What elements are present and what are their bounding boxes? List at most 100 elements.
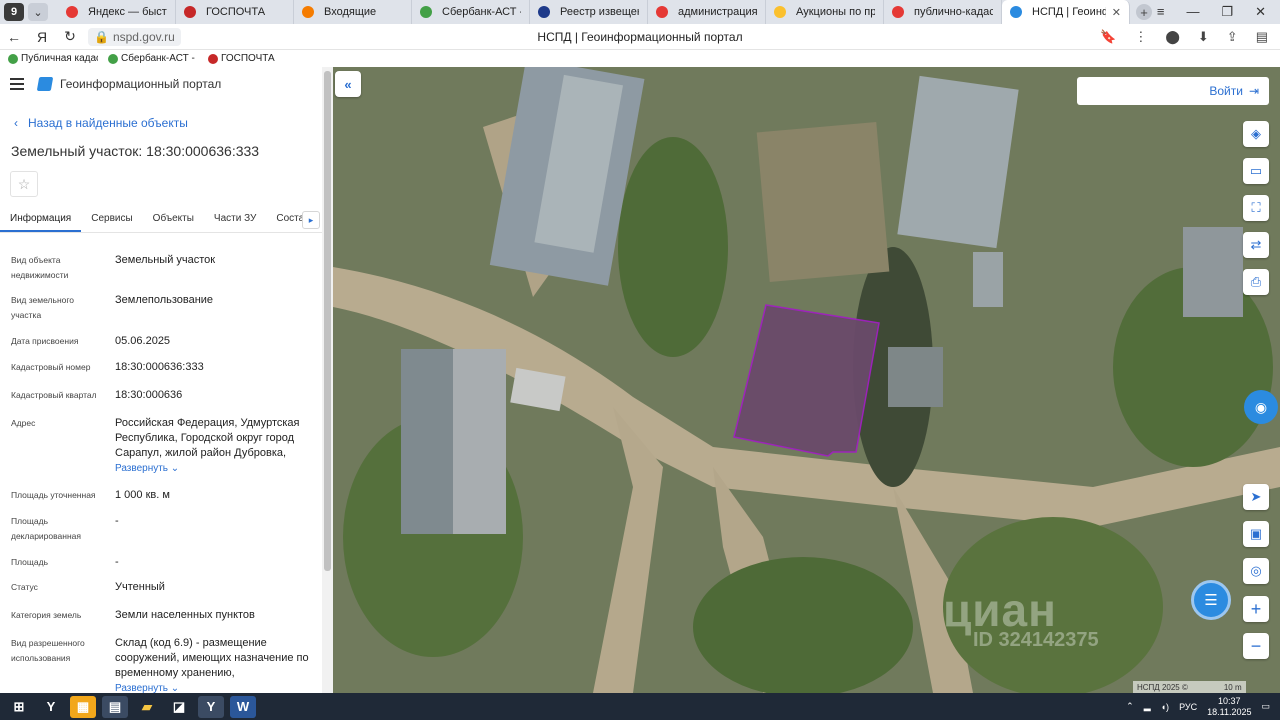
- tabs-scroll-right-icon[interactable]: ▸: [302, 211, 320, 229]
- menu-burger-icon[interactable]: [10, 78, 24, 90]
- share-map-icon[interactable]: ⇄: [1243, 232, 1269, 258]
- info-label: Адрес: [11, 418, 36, 428]
- extension-icon[interactable]: ⬤: [1165, 29, 1180, 45]
- browser-tab[interactable]: Реестр извещений: [530, 0, 648, 24]
- minimap-icon[interactable]: ▣: [1243, 521, 1269, 547]
- attribution-text: НСПД 2025 ©: [1137, 682, 1188, 692]
- info-value-text: -: [115, 515, 119, 527]
- back-arrow-icon[interactable]: ←: [0, 29, 28, 45]
- bookmark-item[interactable]: Сбербанк-АСТ - Э: [108, 53, 198, 64]
- chat-icon[interactable]: ☰: [1191, 580, 1231, 620]
- network-icon[interactable]: ▂: [1144, 701, 1151, 712]
- browser-tab[interactable]: Яндекс — быстрый по: [58, 0, 176, 24]
- browser-tab[interactable]: публично-кадастро: [884, 0, 1002, 24]
- browser-tab[interactable]: ГОСПОЧТА: [176, 0, 294, 24]
- info-value-text: Учтенный: [115, 581, 165, 593]
- tab-label: Яндекс — быстрый по: [88, 6, 167, 18]
- info-value-text: -: [115, 556, 119, 568]
- downloads-icon[interactable]: ⬇: [1198, 29, 1209, 45]
- browser-tab[interactable]: Входящие: [294, 0, 412, 24]
- chevron-down-icon: ⌄: [168, 463, 180, 474]
- layers-icon[interactable]: ◈: [1243, 121, 1269, 147]
- restore-icon[interactable]: ❐: [1221, 4, 1233, 20]
- browser-tabs: Яндекс — быстрый по ГОСПОЧТА Входящие Сберб…: [58, 0, 1130, 24]
- sidebar-icon[interactable]: ▤: [1256, 29, 1268, 45]
- close-tab-icon[interactable]: ✕: [1112, 6, 1121, 19]
- info-value: Склад (код 6.9) - размещение сооружений,…: [115, 636, 315, 693]
- menu-icon[interactable]: ≡: [1157, 4, 1165, 20]
- reload-icon[interactable]: ↻: [56, 28, 84, 45]
- favorite-star-icon[interactable]: ☆: [10, 171, 38, 197]
- tray-expand-icon[interactable]: ⌃: [1126, 701, 1134, 712]
- yandex-taskbar-icon[interactable]: Y: [38, 696, 64, 718]
- notification-icon[interactable]: ▭: [1261, 701, 1270, 712]
- more-icon[interactable]: ⋮: [1134, 29, 1147, 45]
- info-label: Статус: [11, 582, 38, 592]
- expand-link[interactable]: Развернуть ⌄: [115, 681, 315, 693]
- map-view[interactable]: « Войти ⇥ ◈ ▭ ⛶ ⇄ ⎙ ◉ ➤ ▣ ◎ ☰ + − циан I…: [333, 67, 1280, 693]
- portal-logo[interactable]: Геоинформационный портал: [36, 77, 222, 91]
- tab-label: администрация сара: [678, 6, 757, 18]
- yandex-browser-active-icon[interactable]: Y: [198, 695, 224, 718]
- zoom-out-button[interactable]: −: [1243, 633, 1269, 659]
- yandex-icon[interactable]: Я: [28, 29, 56, 45]
- locate-icon[interactable]: ➤: [1243, 484, 1269, 510]
- scroll-thumb[interactable]: [324, 71, 331, 571]
- info-value-text: Российская Федерация, Удмуртская Республ…: [115, 417, 300, 459]
- geolocation-icon[interactable]: ◎: [1243, 558, 1269, 584]
- document-viewer-icon[interactable]: ◪: [166, 696, 192, 718]
- file-explorer-icon[interactable]: ▰: [134, 696, 160, 718]
- tab-favicon-icon: [66, 6, 78, 18]
- back-to-results-link[interactable]: ‹ Назад в найденные объекты: [14, 116, 188, 130]
- panel-tab[interactable]: Объекты: [143, 209, 204, 232]
- app-taskbar-icon[interactable]: ▦: [70, 695, 96, 718]
- panel-tab-list: Информация Сервисы Объекты Части ЗУ Соста: [0, 209, 314, 232]
- info-value-text: Земли населенных пунктов: [115, 609, 255, 621]
- bookmark-item[interactable]: Публичная кадаст: [8, 53, 98, 64]
- tab-favicon-icon: [892, 6, 904, 18]
- clock-date: 18.11.2025: [1207, 706, 1252, 717]
- bookmark-label: ГОСПОЧТА: [221, 53, 275, 64]
- print-icon[interactable]: ⎙: [1243, 269, 1269, 295]
- volume-icon[interactable]: ◖): [1161, 702, 1169, 712]
- panel-scrollbar[interactable]: [322, 67, 333, 693]
- select-area-icon[interactable]: ⛶: [1243, 195, 1269, 221]
- browser-tab[interactable]: Сбербанк-АСТ - Элек: [412, 0, 530, 24]
- new-tab-button[interactable]: +: [1136, 4, 1152, 20]
- panel-tab[interactable]: Сервисы: [81, 209, 142, 232]
- url-field[interactable]: 🔒 nspd.gov.ru: [88, 27, 181, 46]
- tab-favicon-icon: [656, 6, 668, 18]
- tab-menu-chevron-icon[interactable]: ⌄: [28, 3, 48, 21]
- close-window-icon[interactable]: ✕: [1255, 4, 1266, 20]
- panel-tab[interactable]: Части ЗУ: [204, 209, 266, 232]
- browser-tab[interactable]: НСПД | Геоинформ ✕: [1002, 0, 1130, 24]
- word-icon[interactable]: W: [230, 695, 256, 718]
- info-label: Площадь уточненная: [11, 490, 96, 500]
- collapse-panel-button[interactable]: «: [335, 71, 361, 97]
- profile-badge[interactable]: 9: [4, 3, 24, 21]
- info-label: Кадастровый номер: [11, 362, 91, 372]
- share-icon[interactable]: ⇪: [1227, 29, 1238, 45]
- portal-name: Геоинформационный портал: [60, 77, 222, 91]
- login-bar[interactable]: Войти ⇥: [1077, 77, 1269, 105]
- chevron-left-icon: ‹: [14, 116, 18, 130]
- panel-tab[interactable]: Информация: [0, 209, 82, 232]
- browser-tab[interactable]: администрация сара: [648, 0, 766, 24]
- window-controls: ≡ — ❐ ✕: [1157, 4, 1280, 20]
- ruler-icon[interactable]: ▭: [1243, 158, 1269, 184]
- info-value: 18:30:000636:333: [115, 360, 315, 375]
- clock[interactable]: 10:37 18.11.2025: [1207, 696, 1251, 718]
- language-indicator[interactable]: РУС: [1179, 702, 1197, 712]
- address-bar: НСПД | Геоинформационный портал ← Я ↻ 🔒 …: [0, 24, 1280, 50]
- info-value: -: [115, 555, 315, 570]
- bookmark-icon[interactable]: 🔖: [1100, 29, 1116, 45]
- bookmark-item[interactable]: ГОСПОЧТА: [208, 53, 275, 64]
- zoom-in-button[interactable]: +: [1243, 596, 1269, 622]
- info-value-text: 1 000 кв. м: [115, 489, 170, 501]
- windows-start-icon[interactable]: ⊞: [6, 696, 32, 718]
- minimize-icon[interactable]: —: [1186, 4, 1199, 20]
- assistant-icon[interactable]: ◉: [1244, 390, 1278, 424]
- browser-tab[interactable]: Аукционы по продаж: [766, 0, 884, 24]
- expand-link[interactable]: Развернуть ⌄: [115, 461, 315, 476]
- calculator-taskbar-icon[interactable]: ▤: [102, 695, 128, 718]
